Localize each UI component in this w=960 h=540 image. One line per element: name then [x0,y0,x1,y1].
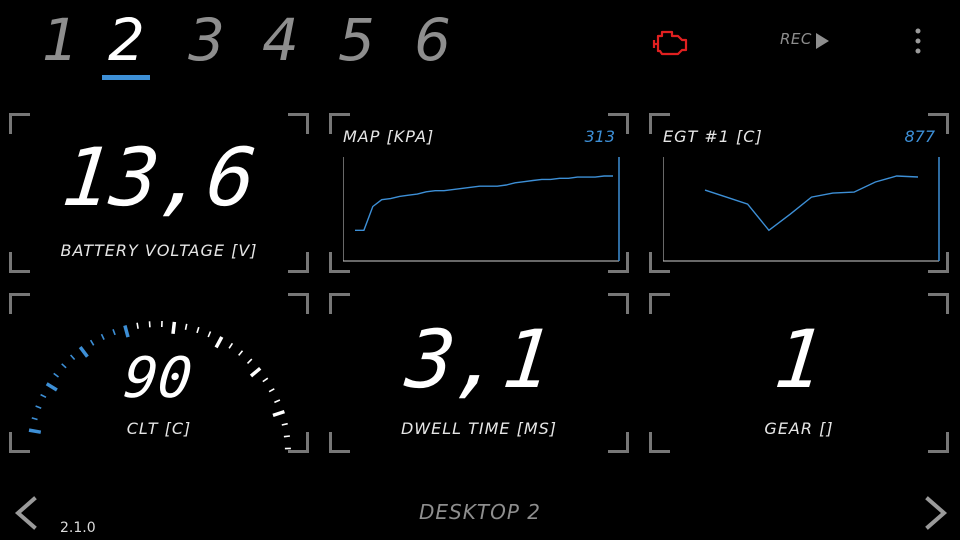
tab-2[interactable]: 2 [108,8,145,72]
clt-value: 90 [120,346,196,411]
clt-gauge-tick [228,342,234,349]
clt-gauge-tick [207,331,212,338]
egt-graph-value: 877 [904,127,935,146]
next-desktop-icon[interactable] [922,496,950,530]
tile-map-graph[interactable]: MAP [KPA] 313 [329,113,629,273]
map-graph-axes [343,157,620,262]
map-graph-value: 313 [584,127,615,146]
clt-gauge-tick [89,339,95,346]
clt-gauge-tick [171,321,177,335]
map-line-graph [343,157,620,262]
tab-4[interactable]: 4 [262,8,299,72]
clt-gauge-tick [272,409,285,418]
tile-clt-gauge[interactable]: 90 CLT [C] [9,293,309,453]
egt-graph-title: EGT #1 [C] [663,127,763,146]
clt-gauge-tick [112,329,116,336]
tile-battery-voltage[interactable]: 13,6 BATTERY VOLTAGE [V] [9,113,309,273]
overflow-menu-icon[interactable] [912,26,924,56]
map-graph-title: MAP [KPA] [343,127,435,146]
clt-label: CLT [C] [126,419,192,438]
map-graph-series-line [355,175,613,232]
rec-label[interactable]: REC [780,30,812,48]
tab-6[interactable]: 6 [414,8,451,72]
tile-egt-graph[interactable]: EGT #1 [C] 877 [649,113,949,273]
dwell-time-value: 3,1 [401,313,557,406]
clt-gauge-tick [136,322,139,329]
active-tab-indicator [102,75,150,80]
gear-value: 1 [770,313,829,406]
battery-voltage-value: 13,6 [57,131,261,224]
tab-1[interactable]: 1 [42,8,79,72]
clt-gauge-tick [100,333,105,340]
tile-gear[interactable]: 1 GEAR [] [649,293,949,453]
desktop-label: DESKTOP 2 [419,500,541,524]
check-engine-icon[interactable] [652,26,694,56]
tab-5[interactable]: 5 [338,8,375,72]
egt-graph-series-line [704,175,919,232]
clt-gauge-tick [214,336,224,349]
clt-gauge-tick [196,326,200,334]
dwell-time-label: DWELL TIME [MS] [400,419,558,438]
egt-graph-axes [663,157,940,262]
clt-gauge-tick [184,323,188,330]
tab-3[interactable]: 3 [188,8,225,72]
app-version: 2.1.0 [60,520,96,536]
gear-label: GEAR [] [764,419,834,438]
clt-gauge-tick [123,325,130,338]
tile-dwell-time[interactable]: 3,1 DWELL TIME [MS] [329,293,629,453]
battery-voltage-label: BATTERY VOLTAGE [V] [60,241,258,260]
egt-line-graph [663,157,940,262]
play-icon[interactable] [814,31,830,51]
